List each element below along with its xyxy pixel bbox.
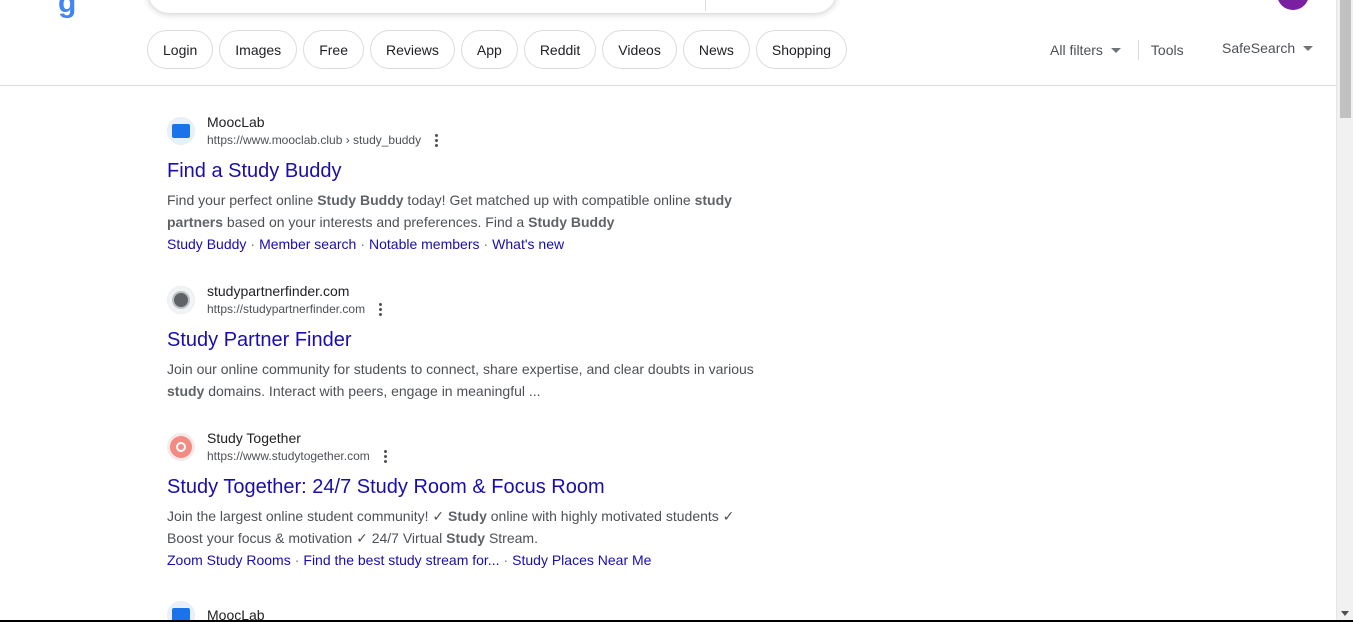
search-result: MoocLab https://www.mooclab.club › study… xyxy=(167,113,787,255)
search-result: studypartnerfinder.com https://studypart… xyxy=(167,282,787,402)
vertical-scrollbar[interactable] xyxy=(1336,0,1353,622)
sitelink[interactable]: Member search xyxy=(259,236,356,252)
site-name: Study Together xyxy=(207,430,301,446)
sitelink[interactable]: Zoom Study Rooms xyxy=(167,552,291,568)
chip-free[interactable]: Free xyxy=(303,30,364,69)
result-snippet: Join our online community for students t… xyxy=(167,361,754,399)
safesearch-button[interactable]: SafeSearch xyxy=(1222,40,1314,56)
chip-shopping[interactable]: Shopping xyxy=(755,30,848,69)
more-options-icon[interactable] xyxy=(382,448,389,465)
result-title-link[interactable]: Find a Study Buddy xyxy=(167,158,787,184)
site-name: studypartnerfinder.com xyxy=(207,283,350,299)
chip-videos[interactable]: Videos xyxy=(602,30,677,69)
safesearch-label: SafeSearch xyxy=(1222,40,1296,56)
search-result: MoocLab xyxy=(167,597,787,622)
search-divider xyxy=(705,0,706,11)
separator: · xyxy=(483,236,489,252)
result-title-link[interactable]: Study Together: 24/7 Study Room & Focus … xyxy=(167,474,787,500)
result-source[interactable]: Study Together https://www.studytogether… xyxy=(167,429,787,465)
chip-login[interactable]: Login xyxy=(147,30,214,69)
chip-reviews[interactable]: Reviews xyxy=(369,30,455,69)
studytogether-icon xyxy=(167,433,195,461)
more-options-icon[interactable] xyxy=(377,301,384,318)
result-source[interactable]: studypartnerfinder.com https://studypart… xyxy=(167,282,787,318)
chevron-down-icon xyxy=(1303,45,1314,51)
mooclab-icon xyxy=(167,601,195,622)
separator: · xyxy=(250,236,256,252)
tools-label: Tools xyxy=(1150,42,1184,58)
scrollbar-thumb[interactable] xyxy=(1340,0,1351,118)
separator: · xyxy=(360,236,365,252)
all-filters-button[interactable]: All filters xyxy=(1050,42,1121,58)
chip-app[interactable]: App xyxy=(460,30,518,69)
site-url: https://studypartnerfinder.com xyxy=(207,302,366,316)
search-input[interactable] xyxy=(147,0,837,14)
site-url: https://www.mooclab.club › study_buddy xyxy=(207,133,422,147)
filter-chips: Login Images Free Reviews App Reddit Vid… xyxy=(147,30,848,69)
google-logo[interactable]: g xyxy=(58,0,76,20)
sitelink[interactable]: Study Buddy xyxy=(167,236,246,252)
filters-bar: All filters Tools xyxy=(1050,40,1184,60)
sitelinks: Zoom Study Rooms · Find the best study str… xyxy=(167,549,787,571)
tools-button[interactable]: Tools xyxy=(1151,42,1184,58)
result-snippet: Join the largest online student communit… xyxy=(167,508,735,546)
chevron-down-icon xyxy=(1110,47,1121,53)
chip-reddit[interactable]: Reddit xyxy=(523,30,597,69)
separator: · xyxy=(294,552,300,568)
account-avatar[interactable] xyxy=(1277,0,1309,10)
studypartnerfinder-icon xyxy=(167,286,195,314)
sitelinks: Study Buddy · Member search · Notable member… xyxy=(167,233,787,255)
mooclab-icon xyxy=(167,117,195,145)
site-url: https://www.studytogether.com xyxy=(207,449,370,463)
filters-divider xyxy=(1137,40,1139,60)
search-result: Study Together https://www.studytogether… xyxy=(167,429,787,571)
all-filters-label: All filters xyxy=(1050,42,1103,58)
sitelink[interactable]: Study Places Near Me xyxy=(512,552,651,568)
site-name: MoocLab xyxy=(207,114,265,130)
result-snippet: Find your perfect online Study Buddy tod… xyxy=(167,192,732,230)
result-title-link[interactable]: Study Partner Finder xyxy=(167,327,787,353)
sitelink[interactable]: What's new xyxy=(492,236,564,252)
result-source[interactable]: MoocLab https://www.mooclab.club › study… xyxy=(167,113,787,149)
result-source[interactable]: MoocLab xyxy=(167,597,787,622)
chip-news[interactable]: News xyxy=(682,30,750,69)
sitelink[interactable]: Find the best study stream for... xyxy=(303,552,499,568)
chip-images[interactable]: Images xyxy=(219,30,298,69)
separator: · xyxy=(503,552,509,568)
more-options-icon[interactable] xyxy=(433,132,440,149)
search-results-page: g Login Images Free Reviews App Reddit V… xyxy=(0,0,1353,622)
scroll-down-arrow-icon[interactable] xyxy=(1341,611,1349,616)
header-divider xyxy=(0,85,1338,86)
sitelink[interactable]: Notable members xyxy=(369,236,480,252)
